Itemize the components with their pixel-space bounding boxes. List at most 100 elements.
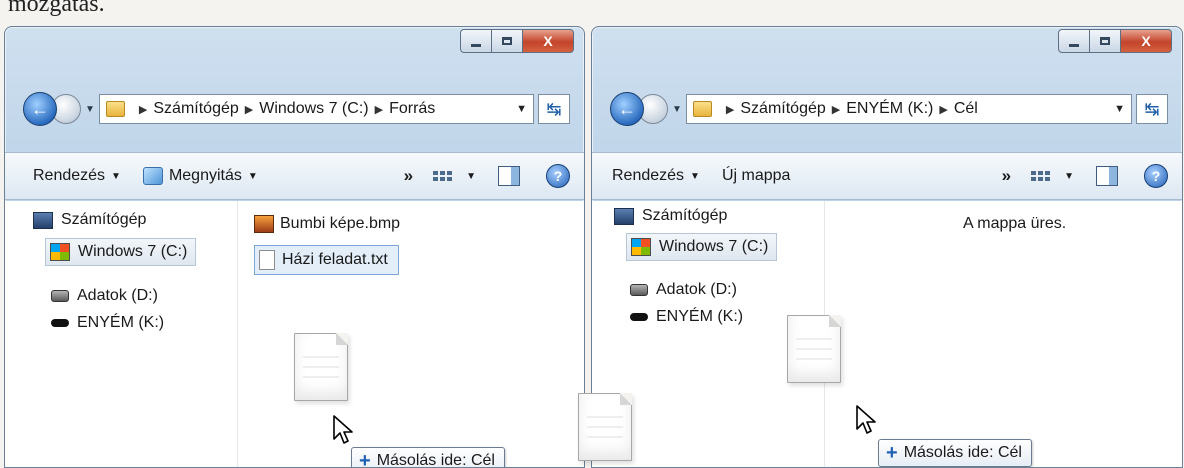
file-item-bmp[interactable]: Bumbi képe.bmp — [254, 215, 400, 233]
usb-drive-icon — [630, 313, 648, 321]
file-list: Bumbi képe.bmp Házi feladat.txt + Másolá… — [238, 201, 584, 467]
drag-ghost-document-icon — [787, 315, 841, 383]
maximize-button[interactable] — [1089, 29, 1121, 53]
file-item-txt[interactable]: Házi feladat.txt — [254, 245, 399, 275]
nav-item-drive-k[interactable]: ENYÉM (K:) — [630, 308, 743, 326]
refresh-button[interactable]: ↹ — [538, 94, 570, 124]
toolbar-right-group: » ▼ ? — [1002, 164, 1168, 188]
nav-item-computer[interactable]: Számítógép — [614, 207, 727, 225]
close-button[interactable]: X — [1120, 29, 1172, 53]
arrow-left-icon: ← — [618, 98, 636, 119]
new-folder-button[interactable]: Új mappa — [722, 167, 790, 185]
maximize-icon — [1100, 37, 1110, 45]
text-document-icon — [259, 250, 275, 270]
folder-icon — [692, 101, 712, 117]
chevron-down-icon: ▼ — [111, 170, 121, 182]
breadcrumb-folder[interactable]: Cél — [954, 100, 978, 118]
minimize-button[interactable] — [460, 29, 492, 53]
minimize-icon — [1069, 43, 1079, 47]
copy-here-tooltip: + Másolás ide: Cél — [878, 439, 1032, 467]
chevron-right-icon[interactable]: ▶ — [726, 103, 734, 116]
open-label: Megnyitás — [168, 167, 242, 184]
views-icon[interactable] — [433, 171, 453, 181]
chevron-right-icon[interactable]: ▶ — [939, 103, 947, 116]
address-bar[interactable]: ▶ Számítógép ▶ ENYÉM (K:) ▶ Cél ▼ — [685, 94, 1132, 124]
bitmap-image-icon — [254, 215, 274, 233]
nav-item-label: ENYÉM (K:) — [656, 308, 744, 325]
file-name: Bumbi képe.bmp — [280, 215, 401, 232]
navigation-bar: ← ▼ ▶ Számítógép ▶ ENYÉM (K:) ▶ Cél ▼ ↹ — [610, 89, 1168, 129]
command-bar: Rendezés ▼ Megnyitás ▼ » ▼ ? — [5, 152, 584, 200]
explorer-body: Számítógép Windows 7 (C:) Adatok (D:) EN… — [592, 201, 1182, 467]
more-commands-button[interactable]: » — [404, 166, 413, 186]
explorer-window-destination: X ← ▼ ▶ Számítógép ▶ ENYÉM (K:) ▶ Cél ▼ … — [591, 26, 1183, 468]
chevron-right-icon[interactable]: ▶ — [375, 103, 383, 116]
organize-menu[interactable]: Rendezés ▼ — [33, 167, 121, 185]
arrow-left-icon: ← — [31, 98, 49, 119]
views-dropdown-icon[interactable]: ▼ — [1064, 171, 1074, 182]
preview-pane-icon[interactable] — [498, 166, 520, 186]
navigation-pane: Számítógép Windows 7 (C:) Adatok (D:) EN… — [5, 201, 238, 467]
plus-icon: + — [886, 442, 898, 464]
views-dropdown-icon[interactable]: ▼ — [466, 171, 476, 182]
preview-pane-icon[interactable] — [1096, 166, 1118, 186]
refresh-icon: ↹ — [546, 98, 562, 119]
open-menu[interactable]: Megnyitás ▼ — [142, 167, 258, 185]
chevron-right-icon[interactable]: ▶ — [832, 103, 840, 116]
nav-item-label: Windows 7 (C:) — [78, 243, 188, 260]
address-dropdown-icon[interactable]: ▼ — [1104, 103, 1125, 115]
breadcrumb-drive[interactable]: ENYÉM (K:) — [846, 100, 933, 118]
command-bar: Rendezés ▼ Új mappa » ▼ ? — [592, 152, 1182, 200]
copy-here-tooltip: + Másolás ide: Cél — [351, 447, 505, 468]
nav-item-drive-c[interactable]: Windows 7 (C:) — [626, 233, 778, 261]
breadcrumb-computer[interactable]: Számítógép — [153, 100, 238, 118]
organize-label: Rendezés — [33, 167, 106, 184]
nav-item-label: Adatok (D:) — [656, 281, 737, 298]
mouse-pointer-icon — [856, 405, 876, 434]
drag-ghost-document-icon — [294, 333, 348, 401]
nav-item-computer[interactable]: Számítógép — [33, 211, 146, 229]
back-button[interactable]: ← — [23, 92, 57, 126]
computer-icon — [33, 211, 53, 229]
nav-item-drive-c[interactable]: Windows 7 (C:) — [45, 238, 197, 266]
chevron-right-icon[interactable]: ▶ — [139, 103, 147, 116]
help-icon[interactable]: ? — [546, 164, 570, 188]
mouse-pointer-icon — [333, 415, 353, 444]
page-caption: mozgatás. — [8, 0, 105, 17]
file-name: Házi feladat.txt — [282, 251, 388, 268]
breadcrumb-drive[interactable]: Windows 7 (C:) — [259, 100, 368, 118]
nav-item-label: Számítógép — [61, 211, 147, 228]
nav-item-drive-k[interactable]: ENYÉM (K:) — [51, 314, 164, 332]
drag-ghost-document-icon — [578, 393, 632, 461]
minimize-icon — [471, 43, 481, 47]
refresh-button[interactable]: ↹ — [1136, 94, 1168, 124]
explorer-body: Számítógép Windows 7 (C:) Adatok (D:) EN… — [5, 201, 584, 467]
new-folder-label: Új mappa — [721, 167, 791, 184]
maximize-button[interactable] — [491, 29, 523, 53]
help-icon[interactable]: ? — [1144, 164, 1168, 188]
close-button[interactable]: X — [522, 29, 574, 53]
chevron-right-icon[interactable]: ▶ — [245, 103, 253, 116]
computer-icon — [614, 207, 634, 225]
minimize-button[interactable] — [1058, 29, 1090, 53]
folder-icon — [105, 101, 125, 117]
windows-drive-icon — [50, 243, 70, 261]
nav-item-label: Windows 7 (C:) — [659, 238, 769, 255]
recent-pages-dropdown[interactable]: ▼ — [672, 104, 682, 115]
organize-menu[interactable]: Rendezés ▼ — [612, 167, 700, 185]
nav-item-drive-d[interactable]: Adatok (D:) — [630, 281, 737, 299]
breadcrumb-computer[interactable]: Számítógép — [740, 100, 825, 118]
hard-drive-icon — [630, 284, 648, 296]
chevron-down-icon: ▼ — [247, 170, 258, 182]
breadcrumb-folder[interactable]: Forrás — [389, 100, 435, 118]
open-with-icon — [142, 167, 163, 185]
back-button[interactable]: ← — [610, 92, 644, 126]
recent-pages-dropdown[interactable]: ▼ — [85, 104, 95, 115]
address-bar[interactable]: ▶ Számítógép ▶ Windows 7 (C:) ▶ Forrás ▼ — [98, 94, 534, 124]
address-dropdown-icon[interactable]: ▼ — [506, 103, 527, 115]
more-commands-button[interactable]: » — [1002, 166, 1011, 186]
plus-icon: + — [359, 450, 371, 468]
views-icon[interactable] — [1031, 171, 1051, 181]
nav-item-label: Számítógép — [642, 207, 728, 224]
nav-item-drive-d[interactable]: Adatok (D:) — [51, 287, 158, 305]
